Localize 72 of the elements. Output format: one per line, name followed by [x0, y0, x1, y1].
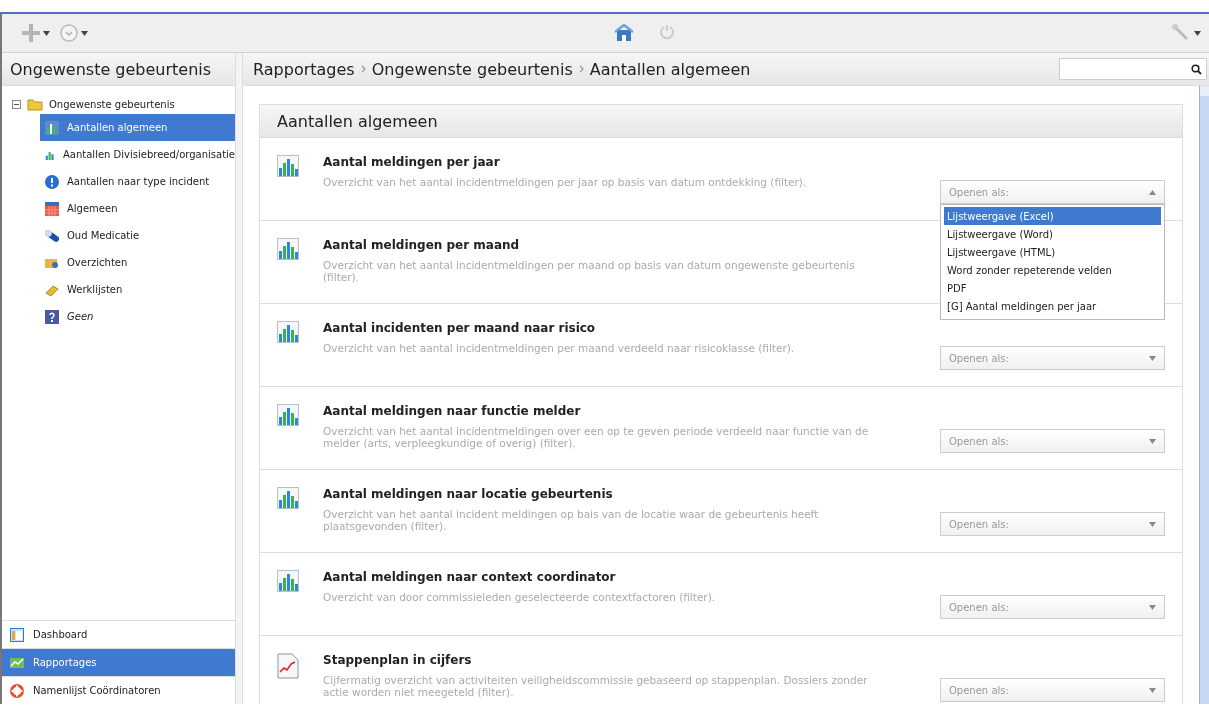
bar-chart-icon	[277, 487, 299, 509]
tree-item[interactable]: Aantallen algemeen	[40, 114, 235, 141]
nav-item[interactable]: Namenlijst Coördinatoren	[2, 676, 235, 704]
report-title[interactable]: Aantal meldingen naar functie melder	[323, 404, 886, 418]
tree-item[interactable]: Oud Medicatie	[40, 222, 235, 249]
bar-chart-icon	[277, 321, 299, 343]
dashboard-icon	[10, 627, 24, 642]
breadcrumb-item[interactable]: Rapportages	[253, 59, 355, 79]
scrollbar[interactable]	[1199, 86, 1209, 704]
search-icon	[1191, 63, 1202, 75]
tree-item[interactable]: Algemeen	[40, 195, 235, 222]
tree-item[interactable]: Ongewenste gebeurtenis	[49, 98, 175, 110]
caret-down-icon	[1149, 687, 1156, 693]
chevron-right-icon	[578, 65, 584, 73]
splitter[interactable]	[236, 53, 243, 704]
collapse-toggle[interactable]	[12, 99, 21, 109]
report-icon	[10, 655, 24, 670]
report-description: Overzicht van het aantal incidentmeldingen per maand op basis van datum ongewenste gebeurtenis (filter).	[323, 259, 856, 283]
report-description: Overzicht van het aantal incidentmeldingen over een op te geven periode verdeeld naar functie van de melder (arts, verpleegkundige of overig) (filter).	[323, 425, 870, 449]
section-title: Aantallen algemeen	[277, 111, 438, 131]
caret-up-icon	[1149, 189, 1156, 195]
chart-icon	[45, 120, 59, 135]
line-chart-icon	[277, 653, 299, 679]
report-description: Overzicht van het aantal incidentmeldingen per maand verdeeld naar risicoklasse (filter).	[323, 342, 796, 354]
home-icon[interactable]	[614, 24, 633, 42]
dropdown-option[interactable]: Lijstweergave (Word)	[944, 225, 1161, 243]
dropdown-option[interactable]: Lijstweergave (HTML)	[944, 243, 1161, 261]
search-field[interactable]	[1059, 58, 1207, 80]
info-icon	[45, 174, 59, 189]
dropdown-option[interactable]: Word zonder repeterende velden	[944, 261, 1161, 279]
folder-icon	[27, 97, 43, 111]
lifebuoy-icon	[10, 683, 24, 698]
report-title[interactable]: Aantal meldingen per jaar	[323, 155, 886, 169]
caret-down-icon	[1149, 521, 1156, 527]
report-description: Cijfermatig overzicht van activiteiten veiligheidscommissie gebaseerd op stappenplan. Dossiers zonder actie worden niet meegeteld (filter).	[323, 674, 869, 698]
report-title[interactable]: Aantal meldingen naar locatie gebeurtenis	[323, 487, 886, 501]
report-title[interactable]: Aantal meldingen naar context coordinator	[323, 570, 886, 584]
caret-icon	[81, 30, 88, 36]
bar-chart-icon	[277, 238, 299, 260]
bar-chart-icon	[277, 404, 299, 426]
report-title[interactable]: Aantal incidenten per maand naar risico	[323, 321, 886, 335]
power-icon[interactable]	[658, 24, 675, 40]
caret-icon	[1194, 30, 1201, 36]
tree-item[interactable]: Werklijsten	[40, 276, 235, 303]
tree-item[interactable]: Aantallen naar type incident	[40, 168, 235, 195]
report-title[interactable]: Stappenplan in cijfers	[323, 653, 886, 667]
caret-down-icon	[1149, 604, 1156, 610]
dropdown-option[interactable]: [G] Aantal meldingen per jaar	[944, 297, 1161, 315]
dropdown-option[interactable]: Lijstweergave (Excel)	[944, 207, 1161, 225]
report-description: Overzicht van door commissieleden geselecteerde contextfactoren (filter).	[323, 591, 717, 603]
breadcrumb-item: Aantallen algemeen	[589, 59, 751, 79]
caret-down-icon	[1149, 438, 1156, 444]
report-description: Overzicht van het aantal incidentmeldingen per jaar op basis van datum ontdekking (filter).	[323, 176, 808, 188]
report-description: Overzicht van het aantal incident meldingen op bais van de locatie waar de gebeurtenis heeft plaatsgevonden (filter).	[323, 508, 820, 532]
chevron-right-icon	[360, 65, 366, 73]
tree-item[interactable]: Overzichten	[40, 249, 235, 276]
nav-item[interactable]: Rapportages	[2, 648, 235, 676]
report-title[interactable]: Aantal meldingen per maand	[323, 238, 886, 252]
pill-icon	[45, 228, 59, 243]
clock-icon[interactable]	[60, 24, 78, 42]
bar-chart-icon	[277, 155, 299, 177]
caret-down-icon	[1149, 355, 1156, 361]
question-icon	[45, 309, 59, 324]
bar-chart-icon	[277, 570, 299, 592]
tree-item[interactable]: Aantallen Divisiebreed/organisatie	[40, 141, 235, 168]
dropdown-option[interactable]: PDF	[944, 279, 1161, 297]
breadcrumb-item[interactable]: Ongewenste gebeurtenis	[371, 59, 573, 79]
calendar-icon	[45, 201, 59, 216]
sidebar-title: Ongewenste gebeurtenis	[10, 59, 212, 79]
caret-icon	[43, 30, 50, 36]
tree-item[interactable]: Geen	[40, 303, 235, 330]
add-icon[interactable]	[22, 24, 40, 42]
